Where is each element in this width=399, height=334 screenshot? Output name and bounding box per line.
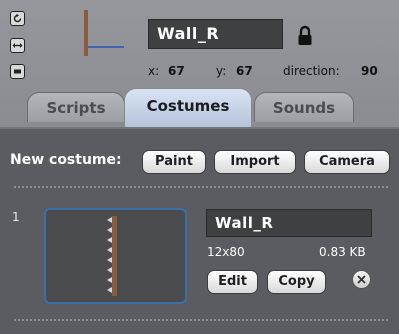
costume-name-field[interactable]: Wall_R — [206, 209, 372, 237]
sprite-thumbnail — [80, 10, 126, 84]
y-value: 67 — [236, 64, 253, 78]
copy-button[interactable]: Copy — [267, 270, 326, 294]
lock-icon[interactable] — [297, 25, 313, 47]
costume-thumbnail[interactable] — [44, 208, 187, 304]
costume-dimensions: 12x80 — [207, 245, 245, 259]
edit-button[interactable]: Edit — [207, 270, 258, 294]
direction-label: direction: — [283, 64, 340, 78]
flip-horizontal-icon[interactable] — [10, 38, 25, 53]
separator — [14, 186, 388, 190]
no-rotate-icon[interactable] — [10, 64, 25, 79]
y-label: y: — [216, 64, 227, 78]
tab-scripts[interactable]: Scripts — [27, 92, 125, 122]
costume-number: 1 — [12, 210, 20, 224]
editor-tabs: Scripts Costumes Sounds — [0, 88, 399, 127]
tab-costumes[interactable]: Costumes — [124, 88, 252, 127]
new-costume-label: New costume: — [10, 152, 122, 168]
x-value: 67 — [168, 64, 185, 78]
import-button[interactable]: Import — [214, 150, 296, 174]
x-label: x: — [148, 64, 160, 78]
direction-value: 90 — [361, 64, 378, 78]
rotate-icon[interactable] — [10, 11, 25, 26]
close-icon — [357, 275, 366, 284]
delete-costume-button[interactable] — [352, 270, 371, 289]
costume-file-size: 0.83 KB — [319, 245, 366, 259]
separator — [14, 319, 388, 323]
tab-sounds[interactable]: Sounds — [254, 92, 354, 122]
sprite-name-field[interactable]: Wall_R — [148, 19, 283, 49]
sprite-header: Wall_R x: 67 y: 67 direction: 90 Scripts… — [0, 0, 399, 127]
costumes-panel: New costume: Paint Import Camera 1 Wall_… — [0, 127, 399, 334]
paint-button[interactable]: Paint — [142, 150, 206, 174]
sprite-editor: Wall_R x: 67 y: 67 direction: 90 Scripts… — [0, 0, 399, 334]
camera-button[interactable]: Camera — [304, 150, 390, 174]
